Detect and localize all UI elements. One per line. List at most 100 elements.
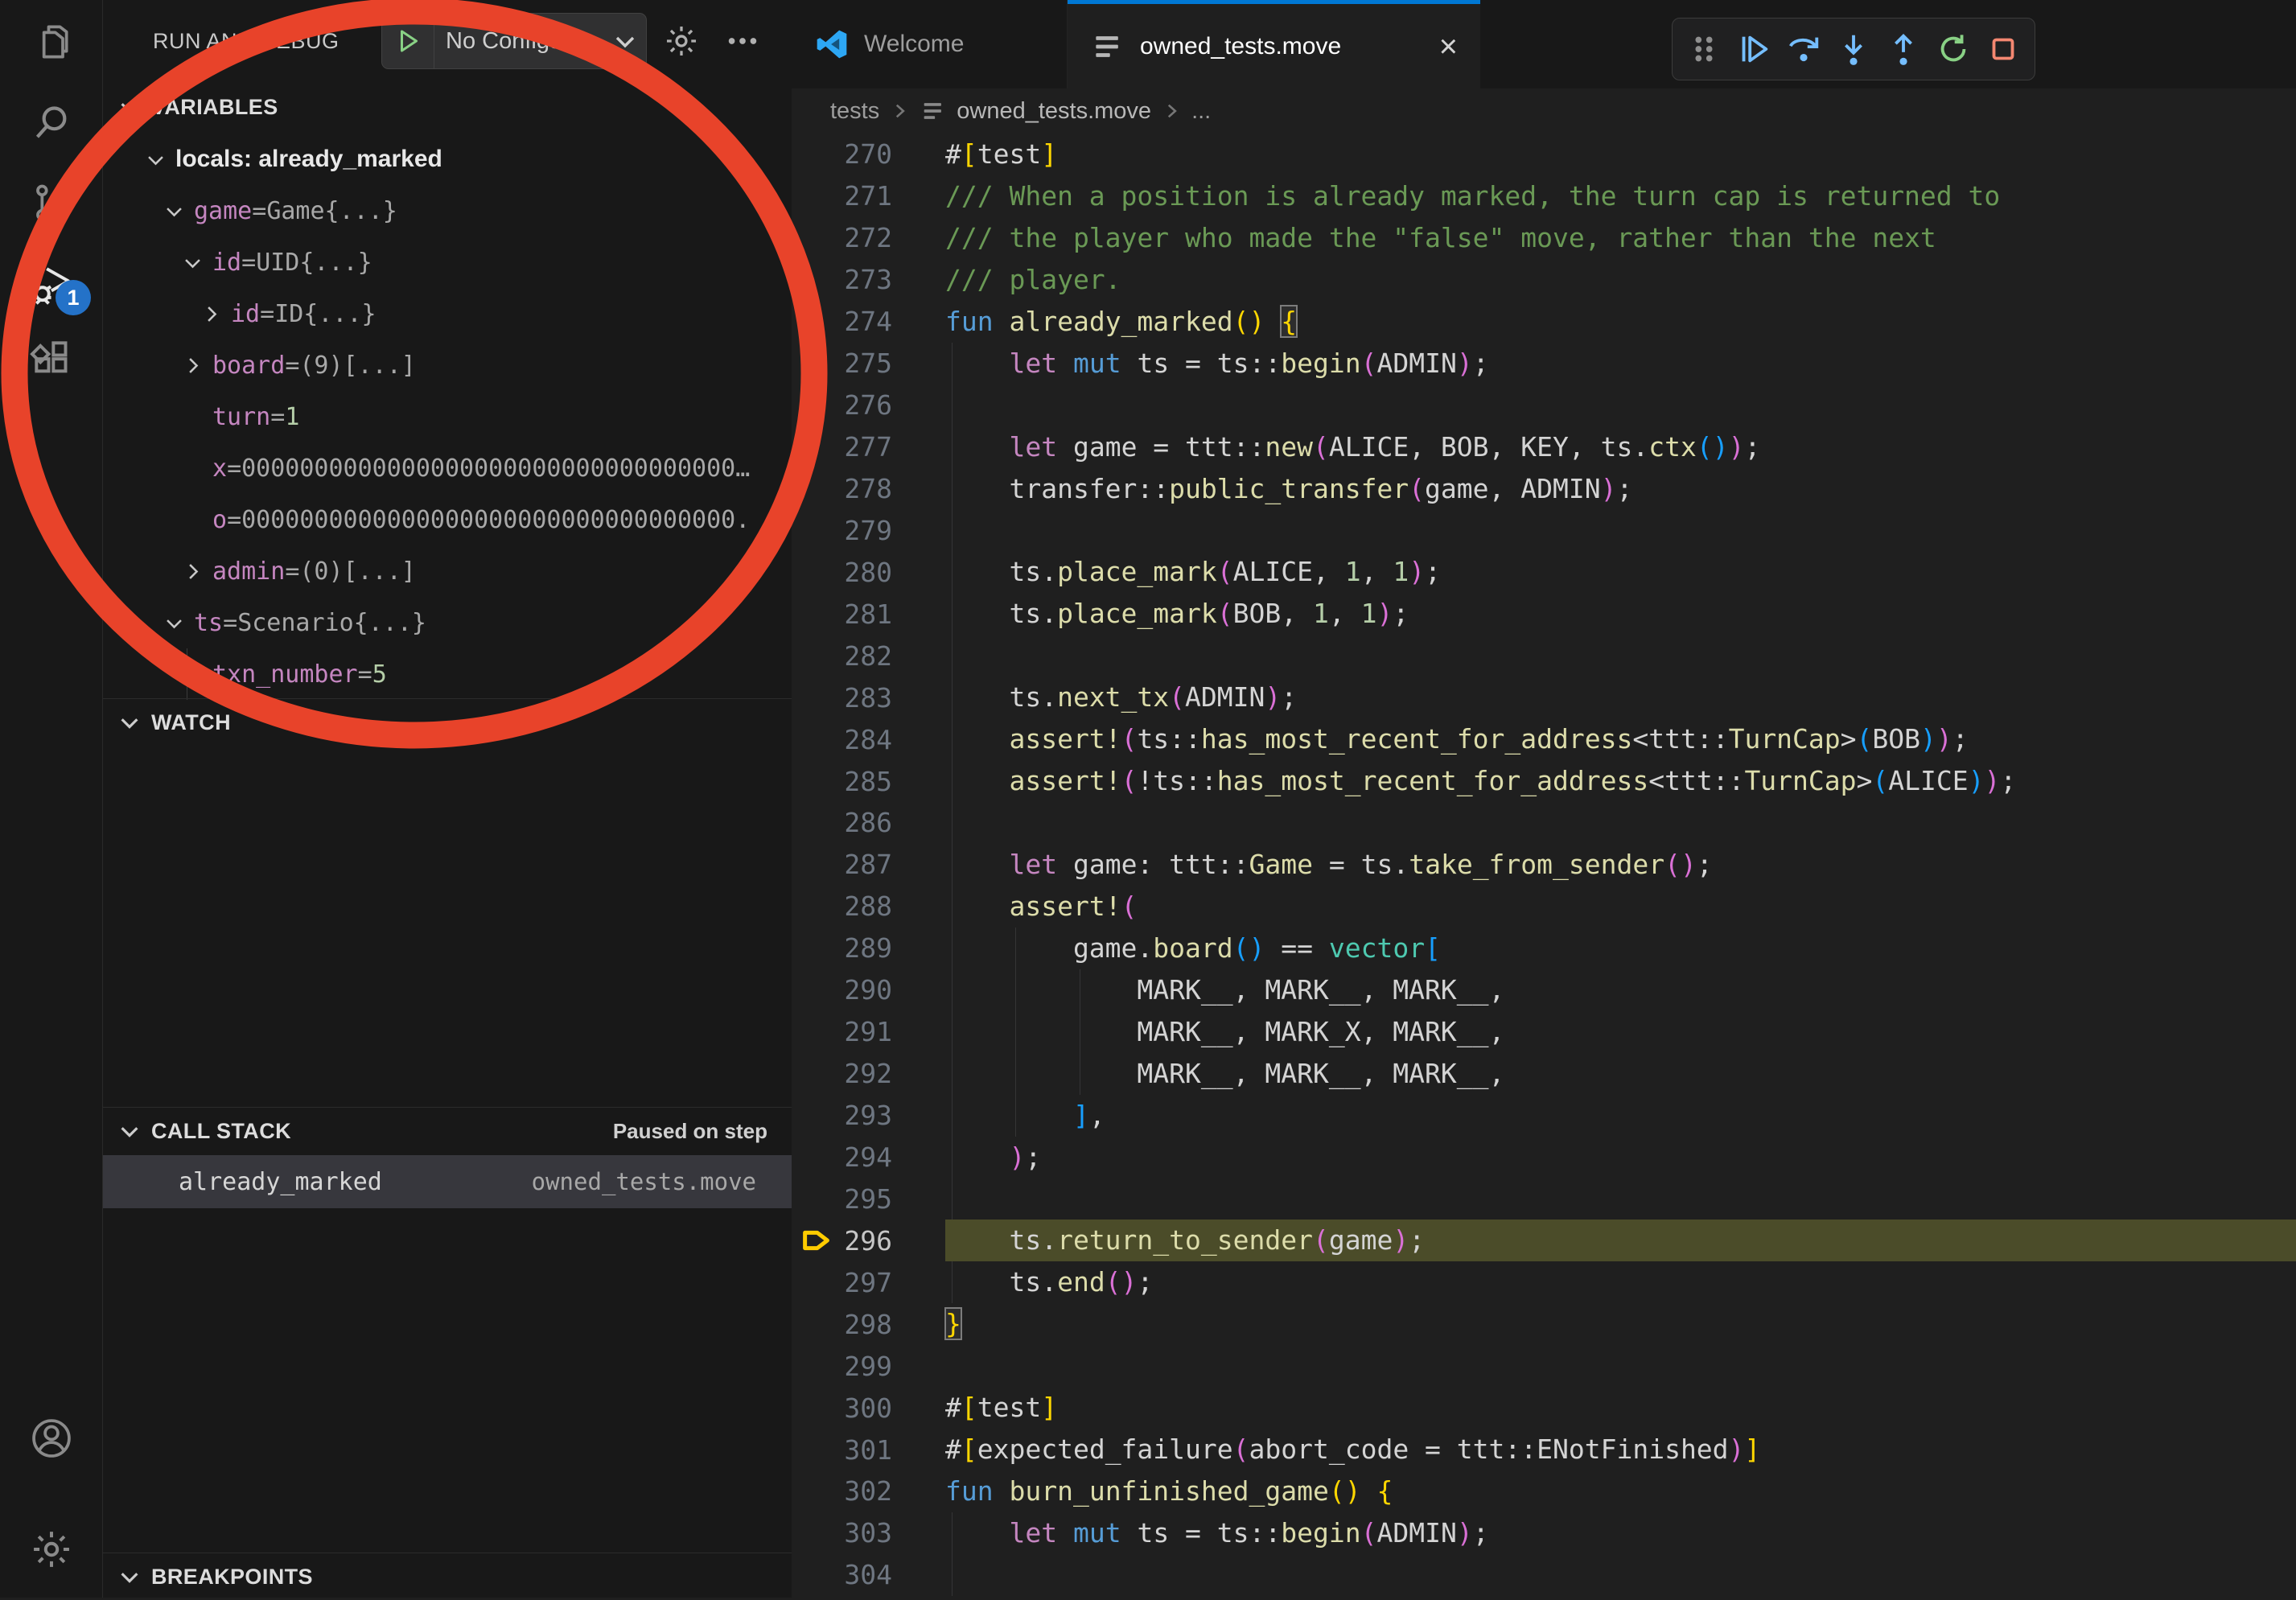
line-number[interactable]: 295: [792, 1183, 945, 1215]
chevron-down-icon[interactable]: [163, 200, 194, 222]
code-line[interactable]: 303 let mut ts = ts::begin(ADMIN);: [792, 1512, 2296, 1554]
line-number[interactable]: 280: [792, 557, 945, 588]
breakpoints-section-header[interactable]: BREAKPOINTS: [103, 1553, 792, 1600]
step-over-icon[interactable]: [1782, 27, 1825, 71]
debug-settings-gear-icon[interactable]: [663, 23, 700, 64]
code-line[interactable]: 294 );: [792, 1137, 2296, 1178]
line-number[interactable]: 288: [792, 890, 945, 922]
variables-scope-row[interactable]: locals: already_marked: [103, 134, 792, 185]
code-line-content[interactable]: ts.place_mark(BOB, 1, 1);: [945, 593, 2296, 635]
line-number[interactable]: 303: [792, 1517, 945, 1549]
breadcrumb-item[interactable]: tests: [830, 98, 879, 125]
code-line[interactable]: 281 ts.place_mark(BOB, 1, 1);: [792, 593, 2296, 635]
code-line[interactable]: 277 let game = ttt::new(ALICE, BOB, KEY,…: [792, 426, 2296, 468]
code-line-content[interactable]: MARK__, MARK__, MARK__,: [945, 969, 2296, 1011]
code-line[interactable]: 287 let game: ttt::Game = ts.take_from_s…: [792, 844, 2296, 886]
breadcrumb-item[interactable]: owned_tests.move: [957, 98, 1151, 125]
code-line-content[interactable]: [945, 802, 2296, 844]
code-line-content[interactable]: assert!(: [945, 886, 2296, 928]
code-line[interactable]: 280 ts.place_mark(ALICE, 1, 1);: [792, 551, 2296, 593]
drag-grip-icon[interactable]: [1682, 27, 1726, 71]
line-number[interactable]: 285: [792, 766, 945, 797]
code-line[interactable]: 301#[expected_failure(abort_code = ttt::…: [792, 1429, 2296, 1470]
code-line-content[interactable]: [945, 1345, 2296, 1387]
line-number[interactable]: 298: [792, 1309, 945, 1340]
line-number[interactable]: 294: [792, 1141, 945, 1173]
extensions-icon[interactable]: [0, 318, 102, 398]
code-line[interactable]: 273/// player.: [792, 259, 2296, 301]
chevron-down-icon[interactable]: [145, 149, 175, 171]
line-number[interactable]: 271: [792, 180, 945, 212]
continue-icon[interactable]: [1732, 27, 1775, 71]
code-line-current[interactable]: 296 ts.return_to_sender(game);: [792, 1220, 2296, 1261]
code-line[interactable]: 286: [792, 802, 2296, 844]
call-stack-frame[interactable]: already_marked owned_tests.move: [103, 1155, 792, 1208]
code-line[interactable]: 270#[test]: [792, 134, 2296, 175]
code-line-content[interactable]: assert!(!ts::has_most_recent_for_address…: [945, 760, 2296, 802]
run-and-debug-icon[interactable]: 1: [0, 245, 102, 325]
code-line[interactable]: 276: [792, 385, 2296, 426]
code-line[interactable]: 299: [792, 1345, 2296, 1387]
code-line[interactable]: 290 MARK__, MARK__, MARK__,: [792, 969, 2296, 1011]
code-line[interactable]: 292 MARK__, MARK__, MARK__,: [792, 1053, 2296, 1095]
line-number[interactable]: 284: [792, 724, 945, 755]
chevron-right-icon[interactable]: [182, 561, 212, 582]
start-debugging-icon[interactable]: [382, 14, 434, 68]
code-line-content[interactable]: [945, 1554, 2296, 1596]
code-line[interactable]: 298}: [792, 1303, 2296, 1345]
breadcrumb-item[interactable]: ...: [1191, 98, 1211, 125]
code-line[interactable]: 271/// When a position is already marked…: [792, 175, 2296, 217]
code-line-content[interactable]: ts.end();: [945, 1261, 2296, 1303]
chevron-down-icon[interactable]: [163, 612, 194, 634]
variables-section-header[interactable]: VARIABLES: [103, 84, 792, 130]
code-line-content[interactable]: [945, 509, 2296, 551]
code-line[interactable]: 304: [792, 1554, 2296, 1596]
code-line[interactable]: 297 ts.end();: [792, 1261, 2296, 1303]
watch-section-header[interactable]: WATCH: [103, 699, 792, 746]
code-line-content[interactable]: }: [945, 1303, 2296, 1345]
line-number[interactable]: 272: [792, 222, 945, 253]
code-line-content[interactable]: ts.return_to_sender(game);: [945, 1220, 2296, 1261]
code-line[interactable]: 302fun burn_unfinished_game() {: [792, 1470, 2296, 1512]
line-number[interactable]: 300: [792, 1392, 945, 1424]
code-line-content[interactable]: ts.place_mark(ALICE, 1, 1);: [945, 551, 2296, 593]
variable-row[interactable]: turn = 1: [103, 391, 792, 442]
code-line[interactable]: 275 let mut ts = ts::begin(ADMIN);: [792, 343, 2296, 385]
step-out-icon[interactable]: [1882, 27, 1925, 71]
tab-welcome[interactable]: Welcome: [792, 0, 1068, 88]
variable-row[interactable]: x = 0000000000000000000000000000000000…: [103, 442, 792, 494]
search-icon[interactable]: [0, 82, 102, 162]
variable-row[interactable]: id = ID{...}: [103, 288, 792, 339]
variable-row[interactable]: txn_number = 5: [103, 648, 792, 700]
line-number[interactable]: 273: [792, 264, 945, 295]
code-line-content[interactable]: let game = ttt::new(ALICE, BOB, KEY, ts.…: [945, 426, 2296, 468]
chevron-down-icon[interactable]: [182, 252, 212, 274]
code-line[interactable]: 293 ],: [792, 1095, 2296, 1137]
code-line-content[interactable]: [945, 385, 2296, 426]
line-number[interactable]: 274: [792, 306, 945, 337]
code-line[interactable]: 279: [792, 509, 2296, 551]
line-number[interactable]: 302: [792, 1475, 945, 1507]
code-line[interactable]: 272/// the player who made the "false" m…: [792, 217, 2296, 259]
code-line[interactable]: 278 transfer::public_transfer(game, ADMI…: [792, 468, 2296, 510]
chevron-right-icon[interactable]: [200, 303, 231, 325]
line-number[interactable]: 277: [792, 431, 945, 463]
breadcrumb[interactable]: tests owned_tests.move...: [792, 88, 2296, 134]
call-stack-section-header[interactable]: CALL STACK Paused on step: [103, 1108, 792, 1154]
code-line-content[interactable]: ts.next_tx(ADMIN);: [945, 677, 2296, 718]
code-line[interactable]: 289 game.board() == vector[: [792, 928, 2296, 969]
line-number[interactable]: 281: [792, 598, 945, 630]
code-line-content[interactable]: MARK__, MARK_X, MARK__,: [945, 1011, 2296, 1053]
line-number[interactable]: 283: [792, 682, 945, 714]
code-line-content[interactable]: fun burn_unfinished_game() {: [945, 1470, 2296, 1512]
stop-icon[interactable]: [1981, 27, 2025, 71]
views-more-actions-icon[interactable]: [724, 23, 761, 64]
line-number[interactable]: 278: [792, 473, 945, 504]
line-number[interactable]: 296: [792, 1225, 945, 1257]
variable-row[interactable]: id = UID{...}: [103, 237, 792, 288]
tab-owned-tests-move[interactable]: owned_tests.move×: [1068, 0, 1480, 88]
code-line[interactable]: 284 assert!(ts::has_most_recent_for_addr…: [792, 718, 2296, 760]
settings-gear-icon[interactable]: [0, 1509, 102, 1590]
code-line-content[interactable]: transfer::public_transfer(game, ADMIN);: [945, 468, 2296, 510]
line-number[interactable]: 282: [792, 640, 945, 672]
